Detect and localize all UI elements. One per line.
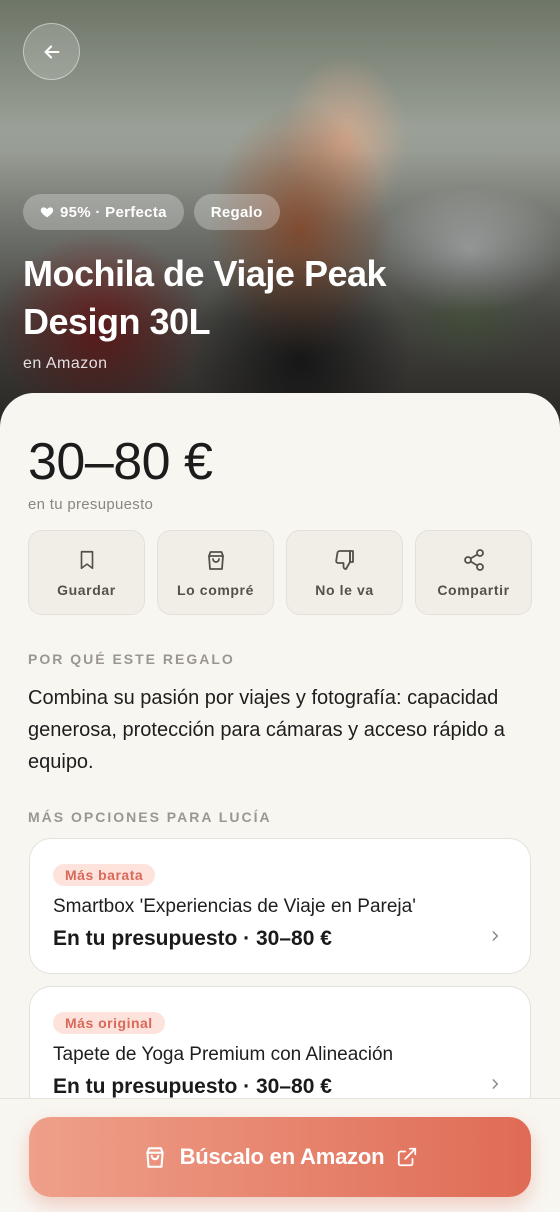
option-title: Tapete de Yoga Premium con Alineación bbox=[53, 1044, 394, 1065]
chevron-right-icon bbox=[492, 931, 499, 941]
heart-icon bbox=[40, 207, 54, 218]
price-range: 30–80 € bbox=[28, 433, 213, 491]
not-for-her-button-label: No le va bbox=[315, 581, 374, 598]
chevron-right-icon bbox=[492, 1079, 499, 1089]
shopping-bag-icon bbox=[145, 1147, 164, 1168]
product-store: en Amazon bbox=[23, 355, 108, 372]
category-chip: Regalo bbox=[193, 194, 280, 230]
option-tag: Más original bbox=[53, 1012, 165, 1034]
category-chip-label: Regalo bbox=[210, 203, 263, 221]
share-button[interactable]: Compartir bbox=[415, 530, 532, 615]
more-options-heading: MÁS OPCIONES PARA LUCÍA bbox=[28, 809, 272, 825]
option-card[interactable]: Más barata Smartbox 'Experiencias de Via… bbox=[29, 838, 531, 974]
share-icon bbox=[463, 548, 484, 571]
back-button[interactable] bbox=[23, 23, 80, 80]
save-button[interactable]: Guardar bbox=[28, 530, 145, 615]
hero-chips: 95% · Perfecta Regalo bbox=[23, 194, 280, 230]
not-for-her-button[interactable]: No le va bbox=[286, 530, 403, 615]
shopping-bag-icon bbox=[207, 550, 224, 570]
save-button-label: Guardar bbox=[57, 581, 116, 598]
option-title: Smartbox 'Experiencias de Viaje en Parej… bbox=[53, 896, 416, 917]
search-amazon-label: Búscalo en Amazon bbox=[179, 1144, 385, 1169]
thumbs-down-icon bbox=[334, 549, 354, 570]
share-button-label: Compartir bbox=[437, 581, 510, 598]
bookmark-icon bbox=[80, 550, 93, 569]
search-amazon-button[interactable]: Búscalo en Amazon bbox=[29, 1117, 531, 1197]
option-tag: Más barata bbox=[53, 864, 156, 886]
action-row: Guardar Lo compré No le va Compartir bbox=[28, 530, 532, 615]
price-note: en tu presupuesto bbox=[28, 496, 154, 513]
arrow-left-icon bbox=[44, 44, 59, 59]
bought-button-label: Lo compré bbox=[177, 581, 254, 598]
option-meta: En tu presupuesto · 30–80 € bbox=[53, 927, 332, 950]
match-chip: 95% · Perfecta bbox=[23, 194, 184, 230]
why-heading: POR QUÉ ESTE REGALO bbox=[28, 651, 235, 667]
option-meta: En tu presupuesto · 30–80 € bbox=[53, 1075, 332, 1098]
external-link-icon bbox=[398, 1147, 417, 1167]
why-text: Combina su pasión por viajes y fotografí… bbox=[28, 687, 505, 773]
match-chip-label: 95% · Perfecta bbox=[60, 203, 167, 221]
bought-button[interactable]: Lo compré bbox=[157, 530, 274, 615]
product-title: Mochila de Viaje Peak Design 30L bbox=[23, 253, 387, 342]
